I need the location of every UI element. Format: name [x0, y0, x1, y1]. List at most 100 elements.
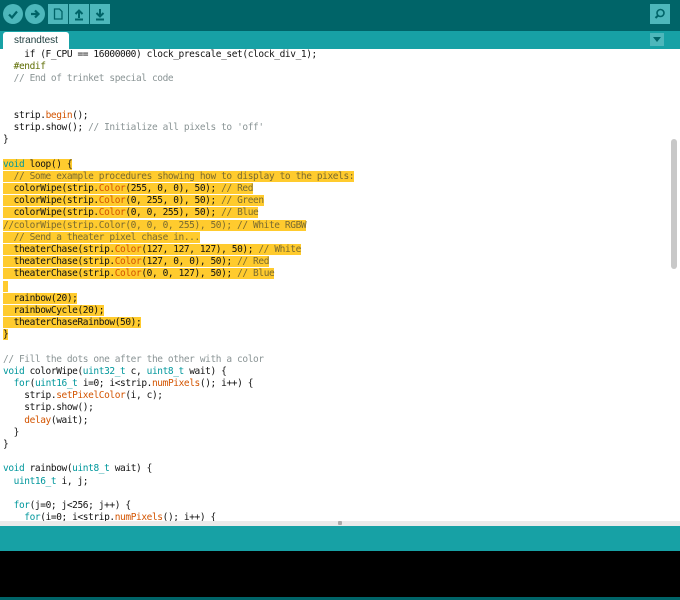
line-text: strip.show(); // Initialize all pixels t…	[3, 122, 264, 133]
code-token: strip.	[3, 390, 57, 402]
code-line: //colorWipe(strip.Color(0, 0, 0, 255), 5…	[3, 219, 354, 232]
code-line: theaterChase(strip.Color(127, 0, 0), 50)…	[3, 256, 354, 268]
code-token: Color	[114, 268, 142, 280]
code-token: void	[3, 463, 25, 475]
code-line: // Send a theater pixel chase in...	[3, 231, 354, 244]
code-line: colorWipe(strip.Color(0, 0, 255), 50); /…	[3, 207, 354, 219]
new-button[interactable]	[48, 4, 68, 24]
scrollbar-thumb[interactable]	[671, 139, 677, 269]
code-token: }	[3, 134, 9, 146]
new-file-icon	[53, 8, 63, 20]
code-token: // Initialize all pixels to 'off'	[88, 122, 264, 134]
save-button[interactable]	[90, 4, 110, 24]
code-token: for	[13, 378, 30, 390]
code-token: Color	[98, 207, 126, 219]
selected-text: //colorWipe(strip.Color(0, 0, 0, 255), 5…	[3, 219, 307, 231]
code-token: // Fill the dots one after the other wit…	[3, 353, 264, 365]
code-line: void colorWipe(uint32_t c, uint8_t wait)…	[3, 366, 354, 378]
code-token: rainbowCycle(20);	[3, 304, 105, 316]
code-token: uint16_t	[13, 475, 57, 487]
line-text: void colorWipe(uint32_t c, uint8_t wait)…	[3, 365, 227, 377]
code-token: // Send a theater pixel chase in...	[3, 231, 201, 243]
code-token: // Green	[221, 195, 264, 207]
code-token: (); i++) {	[199, 378, 254, 390]
code-token: strip.show();	[3, 122, 89, 134]
selected-text: colorWipe(strip.Color(0, 0, 255), 50); /…	[3, 207, 259, 219]
selected-text: void loop() {	[3, 158, 73, 170]
code-line: for(i=0; i<strip.numPixels(); i++) {	[3, 512, 354, 521]
code-token: wait) {	[109, 463, 153, 475]
code-line: strip.begin();	[3, 110, 354, 122]
line-text: }	[3, 134, 9, 146]
code-token: i=0; i<strip.	[77, 378, 153, 390]
code-token: if (F_CPU == 16000000) clock_prescale_se…	[3, 49, 317, 60]
code-token: strip.	[3, 109, 46, 121]
line-text: for(j=0; j<256; j++) {	[3, 500, 131, 511]
code-token: Color	[98, 195, 126, 207]
divider-grip[interactable]	[338, 521, 342, 525]
chevron-down-icon	[653, 36, 661, 42]
code-token: void	[3, 158, 25, 170]
selected-text: }	[3, 329, 9, 341]
code-token: (0, 0, 255), 50);	[125, 207, 222, 219]
editor-scrollbar[interactable]	[668, 49, 680, 521]
code-token: loop() {	[24, 158, 73, 170]
code-token: uint8_t	[146, 365, 185, 377]
code-token: }	[3, 329, 9, 341]
tab-menu-button[interactable]	[650, 33, 664, 46]
line-text: }	[3, 439, 9, 450]
code-token: numPixels	[151, 378, 200, 390]
code-line: colorWipe(strip.Color(255, 0, 0), 50); /…	[3, 183, 354, 195]
arrow-down-icon	[95, 9, 105, 21]
code-token: // Red	[237, 256, 270, 268]
code-token: ();	[72, 109, 89, 121]
code-line: strip.show(); // Initialize all pixels t…	[3, 122, 354, 134]
code-line: // Some example procedures showing how t…	[3, 170, 354, 183]
code-token: for	[13, 499, 30, 511]
code-token: for	[24, 512, 41, 521]
code-token: (i=0; i<strip.	[40, 512, 115, 521]
code-token: numPixels	[114, 512, 163, 521]
upload-button[interactable]	[25, 4, 45, 24]
verify-button[interactable]	[3, 4, 23, 24]
open-button[interactable]	[69, 4, 89, 24]
code-token: uint32_t	[82, 365, 126, 377]
magnifier-icon	[654, 8, 665, 19]
code-token: theaterChase(strip.	[3, 256, 115, 268]
code-token: (0, 255, 0), 50);	[125, 195, 222, 207]
selected-text: colorWipe(strip.Color(0, 255, 0), 50); /…	[3, 195, 264, 207]
serial-monitor-button[interactable]	[650, 4, 670, 24]
code-line: theaterChase(strip.Color(127, 127, 127),…	[3, 244, 354, 256]
code-line: void rainbow(uint8_t wait) {	[3, 463, 354, 475]
line-text: uint16_t i, j;	[3, 475, 89, 487]
selected-text: // Send a theater pixel chase in...	[3, 231, 201, 243]
code-token: colorWipe(strip.	[3, 207, 100, 219]
tab-strandtest[interactable]: strandtest	[3, 32, 69, 49]
code-token: colorWipe(strip.	[3, 195, 100, 207]
code-token: uint8_t	[72, 463, 110, 475]
selected-text: rainbowCycle(20);	[3, 304, 105, 316]
code-line	[3, 280, 354, 293]
code-line: }	[3, 329, 354, 341]
code-line: theaterChase(strip.Color(0, 0, 127), 50)…	[3, 268, 354, 280]
code-editor[interactable]: if (F_CPU == 16000000) clock_prescale_se…	[0, 49, 668, 521]
tab-bar: strandtest	[0, 31, 680, 49]
code-token: //colorWipe(strip.Color(0, 0, 0, 255), 5…	[3, 219, 307, 231]
selected-text	[3, 280, 9, 292]
code-token: theaterChase(strip.	[3, 268, 115, 280]
code-line: }	[3, 427, 354, 439]
code-line: if (F_CPU == 16000000) clock_prescale_se…	[3, 49, 354, 61]
code-token: // Blue	[221, 207, 259, 219]
code-line: }	[3, 134, 354, 146]
code-line: rainbow(20);	[3, 292, 354, 305]
line-text: strip.setPixelColor(i, c);	[3, 390, 163, 401]
code-token: wait) {	[183, 365, 227, 377]
